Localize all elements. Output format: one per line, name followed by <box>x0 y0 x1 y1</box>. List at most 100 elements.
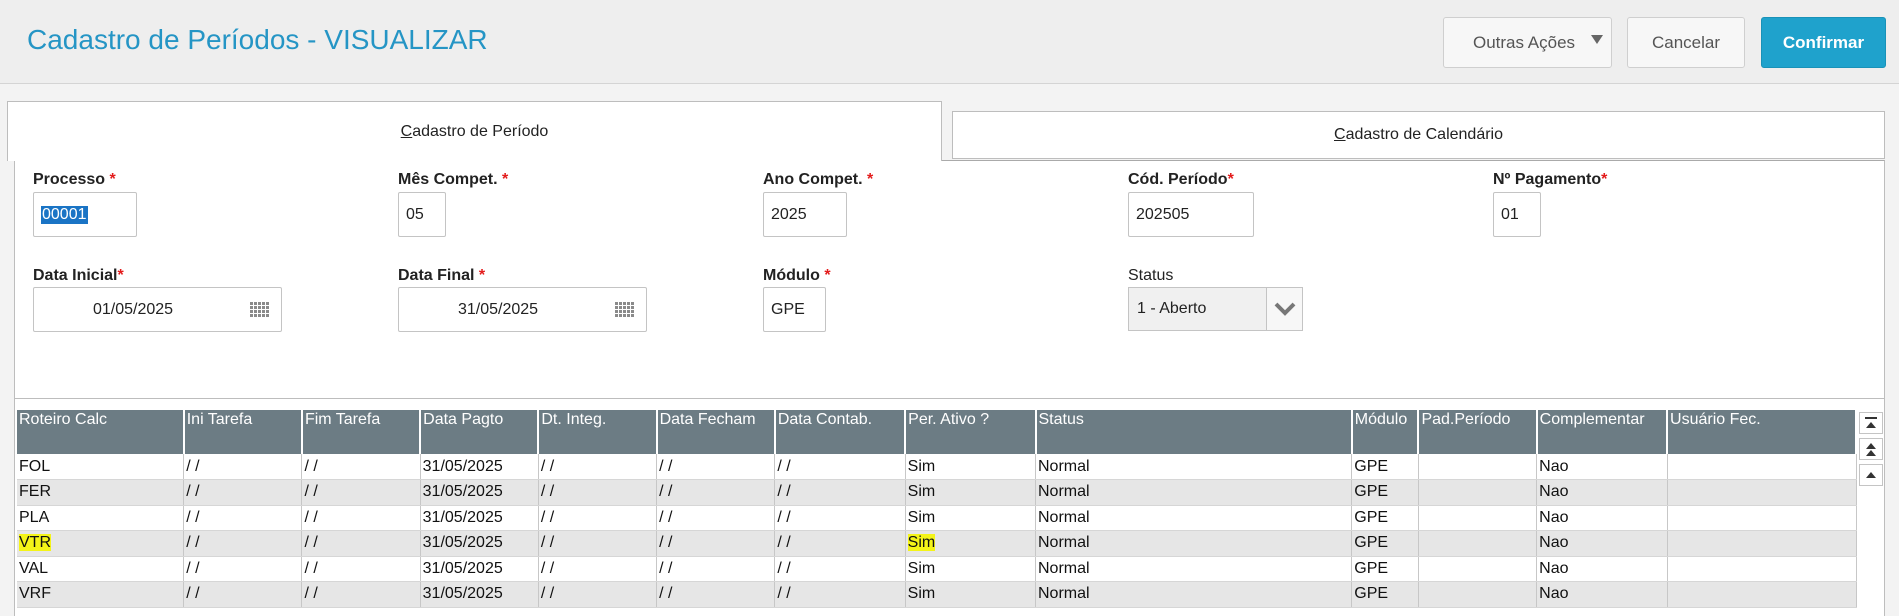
grid-column-header[interactable]: Per. Ativo ? <box>905 410 1037 454</box>
table-cell[interactable] <box>1667 479 1857 506</box>
table-cell[interactable]: 31/05/2025 <box>420 581 539 608</box>
table-cell[interactable]: GPE <box>1351 505 1419 531</box>
table-cell[interactable]: FER <box>17 479 185 506</box>
table-cell[interactable]: Normal <box>1035 581 1353 608</box>
table-cell[interactable]: / / <box>656 556 776 582</box>
table-cell[interactable]: Normal <box>1035 454 1353 480</box>
table-cell[interactable]: / / <box>774 505 906 531</box>
table-row[interactable]: FOL / / / / 31/05/2025 / / / / / / Sim Norm… <box>17 454 1857 480</box>
cancel-button[interactable]: Cancelar <box>1627 17 1745 68</box>
table-cell[interactable]: Normal <box>1035 505 1353 531</box>
scroll-top-icon[interactable] <box>1859 412 1883 434</box>
table-cell[interactable] <box>1667 556 1857 582</box>
table-cell[interactable] <box>1418 505 1538 531</box>
n-pagamento-field[interactable]: 01 <box>1493 192 1541 237</box>
table-cell[interactable]: / / <box>301 581 421 608</box>
table-cell[interactable]: GPE <box>1351 479 1419 506</box>
grid-column-header[interactable]: Roteiro Calc <box>17 410 185 454</box>
table-cell[interactable]: Nao <box>1536 530 1668 557</box>
table-row[interactable]: VTR / / / / 31/05/2025 / / / / / / Sim Norm… <box>17 530 1857 557</box>
table-cell[interactable]: Nao <box>1536 505 1668 531</box>
calendar-icon[interactable] <box>615 302 637 318</box>
table-cell[interactable]: / / <box>656 479 776 506</box>
table-cell[interactable]: Normal <box>1035 556 1353 582</box>
grid-column-header[interactable]: Data Contab. <box>774 410 907 454</box>
table-cell[interactable]: FOL <box>17 454 185 480</box>
table-cell[interactable]: / / <box>774 581 906 608</box>
table-cell[interactable]: Sim <box>905 556 1037 582</box>
grid-column-header[interactable]: Usuário Fec. <box>1667 410 1857 454</box>
table-cell[interactable]: / / <box>301 454 421 480</box>
table-cell[interactable] <box>1418 454 1538 480</box>
table-cell[interactable]: / / <box>183 530 303 557</box>
table-cell[interactable]: PLA <box>17 505 185 531</box>
table-cell[interactable]: 31/05/2025 <box>420 556 539 582</box>
table-row[interactable]: VRF / / / / 31/05/2025 / / / / / / Sim Norm… <box>17 581 1857 608</box>
table-cell[interactable] <box>1418 581 1538 608</box>
table-cell[interactable]: / / <box>538 581 658 608</box>
grid-column-header[interactable]: Status <box>1035 410 1353 454</box>
table-cell[interactable]: Sim <box>905 581 1037 608</box>
table-cell[interactable]: VRF <box>17 581 185 608</box>
table-cell[interactable]: GPE <box>1351 454 1419 480</box>
grid-column-header[interactable]: Módulo <box>1351 410 1420 454</box>
table-cell[interactable]: / / <box>183 581 303 608</box>
table-cell[interactable]: / / <box>538 530 658 557</box>
table-cell[interactable]: Normal <box>1035 530 1353 557</box>
scroll-up-icon[interactable] <box>1859 464 1883 486</box>
table-cell[interactable] <box>1418 530 1538 557</box>
cod-periodo-field[interactable]: 202505 <box>1128 192 1254 237</box>
table-cell[interactable]: / / <box>538 454 658 480</box>
table-cell[interactable]: / / <box>538 556 658 582</box>
table-cell[interactable]: Normal <box>1035 479 1353 506</box>
table-cell[interactable]: Sim <box>905 530 1037 557</box>
table-cell[interactable]: GPE <box>1351 556 1419 582</box>
table-cell[interactable] <box>1667 505 1857 531</box>
processo-field[interactable]: 00001 <box>33 192 137 237</box>
table-cell[interactable]: / / <box>183 479 303 506</box>
table-cell[interactable]: / / <box>301 530 421 557</box>
modulo-field[interactable]: GPE <box>763 287 826 332</box>
table-cell[interactable]: 31/05/2025 <box>420 505 539 531</box>
tab-cadastro-periodo[interactable]: Cadastro de Período <box>7 101 942 161</box>
table-row[interactable]: PLA / / / / 31/05/2025 / / / / / / Sim Norm… <box>17 505 1857 531</box>
tab-cadastro-calendario[interactable]: Cadastro de Calendário <box>952 111 1885 159</box>
table-cell[interactable]: 31/05/2025 <box>420 479 539 506</box>
table-cell[interactable]: / / <box>656 581 776 608</box>
table-cell[interactable] <box>1418 479 1538 506</box>
table-cell[interactable]: / / <box>774 479 906 506</box>
grid-column-header[interactable]: Ini Tarefa <box>183 410 303 454</box>
table-cell[interactable]: / / <box>774 454 906 480</box>
confirm-button[interactable]: Confirmar <box>1761 17 1886 68</box>
table-cell[interactable]: Sim <box>905 479 1037 506</box>
table-cell[interactable]: / / <box>538 505 658 531</box>
table-cell[interactable]: VAL <box>17 556 185 582</box>
status-select[interactable]: 1 - Aberto <box>1128 287 1303 331</box>
mes-compet-field[interactable]: 05 <box>398 192 446 237</box>
data-final-field[interactable]: 31/05/2025 <box>398 287 647 332</box>
table-cell[interactable]: / / <box>656 505 776 531</box>
table-cell[interactable]: / / <box>183 454 303 480</box>
table-cell[interactable]: 31/05/2025 <box>420 530 539 557</box>
table-cell[interactable]: / / <box>183 556 303 582</box>
scroll-up-page-icon[interactable] <box>1859 438 1883 460</box>
table-cell[interactable]: Nao <box>1536 581 1668 608</box>
table-row[interactable]: FER / / / / 31/05/2025 / / / / / / Sim Norm… <box>17 479 1857 506</box>
table-cell[interactable]: Nao <box>1536 454 1668 480</box>
grid-column-header[interactable]: Data Pagto <box>420 410 540 454</box>
grid-column-header[interactable]: Data Fecham <box>656 410 776 454</box>
table-cell[interactable] <box>1667 530 1857 557</box>
table-cell[interactable]: / / <box>301 505 421 531</box>
table-cell[interactable]: / / <box>656 454 776 480</box>
table-cell[interactable] <box>1667 581 1857 608</box>
grid-column-header[interactable]: Fim Tarefa <box>301 410 422 454</box>
table-cell[interactable]: / / <box>774 556 906 582</box>
table-row[interactable]: VAL / / / / 31/05/2025 / / / / / / Sim Norm… <box>17 556 1857 582</box>
table-cell[interactable] <box>1667 454 1857 480</box>
data-inicial-field[interactable]: 01/05/2025 <box>33 287 282 332</box>
grid-column-header[interactable]: Dt. Integ. <box>538 410 658 454</box>
chevron-down-icon[interactable] <box>1266 288 1302 330</box>
grid-column-header[interactable]: Complementar <box>1536 410 1669 454</box>
table-cell[interactable]: VTR <box>17 530 185 557</box>
table-cell[interactable]: Sim <box>905 454 1037 480</box>
